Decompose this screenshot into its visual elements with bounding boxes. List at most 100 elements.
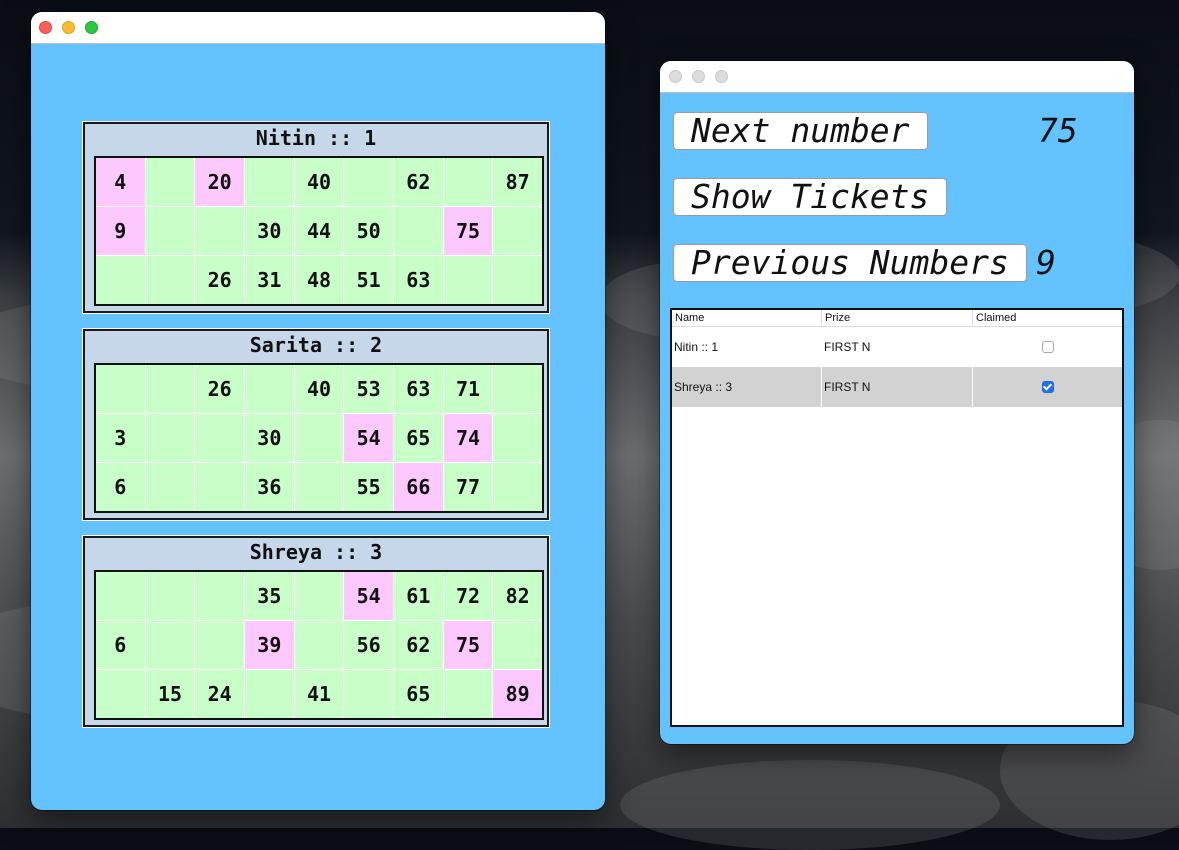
ticket-empty-cell	[145, 256, 195, 304]
ticket-empty-cell	[145, 572, 195, 620]
ticket-empty-cell	[344, 670, 393, 718]
ticket-empty-cell	[294, 621, 344, 669]
ticket-empty-cell	[493, 621, 542, 669]
ticket-empty-cell	[443, 158, 493, 206]
ticket-number-cell: 82	[493, 572, 542, 620]
previous-numbers-count: 9	[1036, 243, 1056, 282]
ticket-title: Nitin :: 1	[255, 126, 377, 150]
column-header-claimed[interactable]: Claimed	[973, 310, 1122, 326]
ticket-grid: 4 20 40 62 87 9 30 44 50 75 26 31 48 51 63	[94, 156, 544, 306]
next-number-value: 75	[1038, 111, 1078, 150]
claimed-checkbox[interactable]	[1041, 341, 1054, 353]
ticket-number-cell: 40	[294, 158, 344, 206]
ticket-number-cell: 30	[245, 414, 294, 462]
ticket-empty-cell	[493, 365, 542, 413]
control-window: Next number 75 Show Tickets Previous Num…	[660, 61, 1134, 744]
ticket-number-cell: 41	[294, 670, 344, 718]
ticket-title: Sarita :: 2	[249, 333, 383, 357]
ticket-number-cell: 35	[245, 572, 294, 620]
ticket-empty-cell	[443, 670, 493, 718]
ticket-empty-cell	[493, 207, 542, 255]
ticket-number-cell: 20	[195, 158, 244, 206]
next-number-button[interactable]: Next number	[673, 112, 928, 150]
close-window-button[interactable]	[39, 21, 52, 34]
table-row[interactable]: Nitin :: 1 FIRST N	[672, 327, 1122, 367]
ticket-number-cell: 74	[443, 414, 493, 462]
ticket-number-cell: 65	[394, 670, 443, 718]
ticket-empty-cell	[96, 365, 145, 413]
ticket-number-cell: 48	[294, 256, 344, 304]
previous-numbers-button[interactable]: Previous Numbers	[673, 244, 1027, 282]
ticket-empty-cell	[493, 463, 542, 511]
column-header-prize[interactable]: Prize	[822, 310, 973, 326]
ticket-number-cell: 55	[344, 463, 393, 511]
ticket-empty-cell	[145, 414, 195, 462]
zoom-window-button[interactable]	[715, 70, 728, 83]
ticket-empty-cell	[195, 207, 244, 255]
ticket-number-cell: 72	[443, 572, 493, 620]
ticket-number-cell: 15	[145, 670, 195, 718]
ticket-number-cell: 66	[394, 463, 443, 511]
ticket-number-cell: 63	[394, 365, 443, 413]
ticket-empty-cell	[96, 670, 145, 718]
column-header-name[interactable]: Name	[672, 310, 822, 326]
ticket-number-cell: 77	[443, 463, 493, 511]
claimed-cell	[973, 327, 1122, 367]
ticket-number-cell: 6	[96, 463, 145, 511]
ticket-empty-cell	[96, 256, 145, 304]
tickets-window-titlebar[interactable]	[31, 12, 605, 44]
ticket-empty-cell	[145, 158, 195, 206]
row-name: Shreya :: 3	[672, 367, 822, 407]
ticket-empty-cell	[245, 158, 294, 206]
row-prize: FIRST N	[822, 327, 973, 367]
tickets-window: Nitin :: 1 4 20 40 62 87 9 30 44 50 75 26 31 48 51 63 …	[31, 12, 605, 810]
control-window-titlebar[interactable]	[660, 61, 1134, 93]
ticket-number-cell: 71	[443, 365, 493, 413]
ticket-empty-cell	[344, 158, 393, 206]
claimed-cell	[973, 367, 1122, 407]
ticket-empty-cell	[145, 621, 195, 669]
ticket-empty-cell	[145, 463, 195, 511]
ticket-number-cell: 26	[195, 256, 244, 304]
ticket-card: Sarita :: 2 26 40 53 63 71 3 30 54 65 74 6 36 55 66 77	[83, 329, 549, 520]
ticket-number-cell: 50	[344, 207, 393, 255]
ticket-number-cell: 75	[443, 621, 493, 669]
ticket-empty-cell	[245, 365, 294, 413]
ticket-number-cell: 89	[493, 670, 542, 718]
ticket-number-cell: 26	[195, 365, 244, 413]
ticket-empty-cell	[294, 414, 344, 462]
ticket-empty-cell	[195, 414, 244, 462]
ticket-number-cell: 4	[96, 158, 145, 206]
ticket-number-cell: 63	[394, 256, 443, 304]
table-header: Name Prize Claimed	[672, 310, 1122, 327]
ticket-empty-cell	[96, 572, 145, 620]
claimed-checkbox[interactable]	[1041, 381, 1054, 393]
ticket-empty-cell	[294, 572, 344, 620]
ticket-number-cell: 36	[245, 463, 294, 511]
minimize-window-button[interactable]	[692, 70, 705, 83]
ticket-empty-cell	[195, 621, 244, 669]
ticket-number-cell: 75	[443, 207, 493, 255]
ticket-number-cell: 6	[96, 621, 145, 669]
ticket-number-cell: 87	[493, 158, 542, 206]
table-row[interactable]: Shreya :: 3 FIRST N	[672, 367, 1122, 407]
ticket-number-cell: 3	[96, 414, 145, 462]
ticket-empty-cell	[195, 463, 244, 511]
show-tickets-button[interactable]: Show Tickets	[673, 178, 948, 216]
ticket-number-cell: 44	[294, 207, 344, 255]
ticket-number-cell: 40	[294, 365, 344, 413]
claims-table: Name Prize Claimed Nitin :: 1 FIRST N Sh…	[670, 308, 1124, 727]
ticket-number-cell: 62	[394, 158, 443, 206]
ticket-empty-cell	[195, 572, 244, 620]
ticket-card: Nitin :: 1 4 20 40 62 87 9 30 44 50 75 26 31 48 51 63	[83, 122, 549, 313]
ticket-number-cell: 53	[344, 365, 393, 413]
close-window-button[interactable]	[669, 70, 682, 83]
ticket-card: Shreya :: 3 35 54 61 72 82 6 39 56 62 75 15 24 41 65 8…	[83, 536, 549, 727]
ticket-empty-cell	[493, 414, 542, 462]
ticket-empty-cell	[294, 463, 344, 511]
zoom-window-button[interactable]	[85, 21, 98, 34]
ticket-empty-cell	[394, 207, 443, 255]
row-name: Nitin :: 1	[672, 327, 822, 367]
minimize-window-button[interactable]	[62, 21, 75, 34]
ticket-number-cell: 56	[344, 621, 393, 669]
